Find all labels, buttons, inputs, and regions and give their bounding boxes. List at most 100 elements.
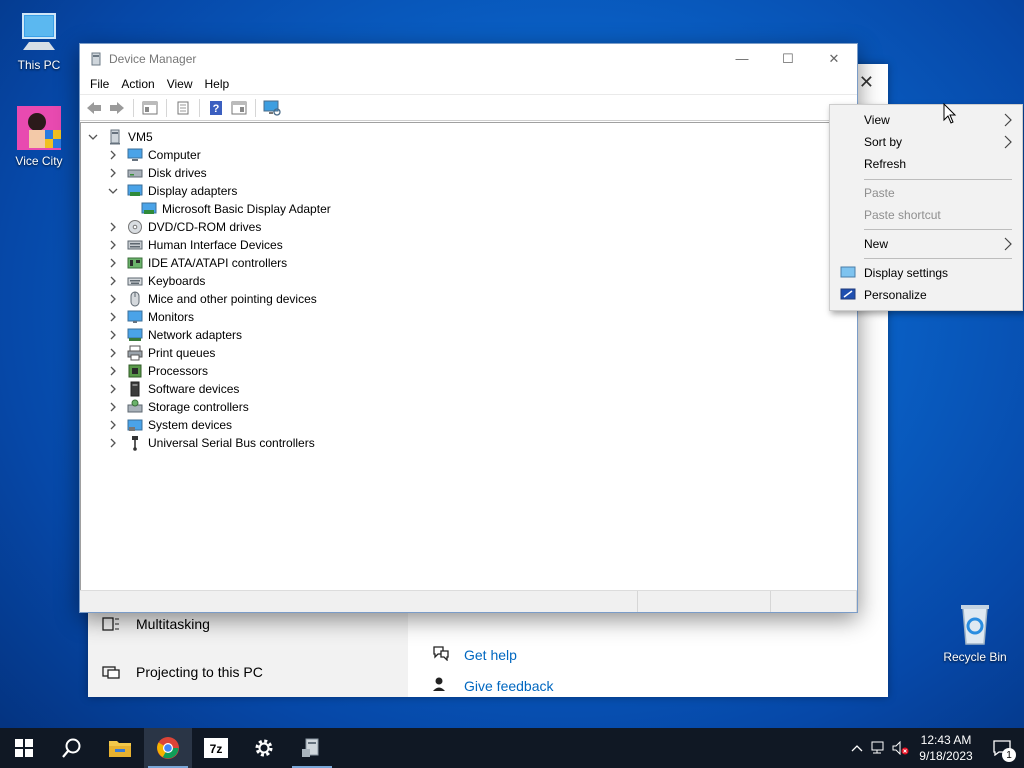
tree-category-software-devices[interactable]: Software devices [107,380,239,398]
back-button[interactable] [84,98,104,118]
chevron-right-icon[interactable] [107,275,119,287]
context-item-new[interactable]: New [830,233,1022,255]
chevron-up-icon [851,745,863,752]
chevron-right-icon [1004,113,1012,127]
close-icon[interactable]: ✕ [859,72,874,93]
context-item-label: New [864,237,889,251]
show-hide-console-tree-button[interactable] [140,98,160,118]
chevron-right-icon[interactable] [107,347,119,359]
chevron-right-icon[interactable] [107,365,119,377]
tree-node-label: DVD/CD-ROM drives [148,220,262,234]
chevron-down-icon[interactable] [87,131,99,143]
scan-hardware-button[interactable] [262,98,282,118]
menu-view[interactable]: View [161,77,199,91]
tree-category-storage-controllers[interactable]: Storage controllers [107,398,249,416]
personalize-icon [840,288,856,300]
context-item-display-settings[interactable]: Display settings [830,262,1022,284]
tree-node-label: System devices [148,418,233,432]
tree-category-display-adapters[interactable]: Display adapters [107,182,237,200]
chevron-right-icon[interactable] [107,239,119,251]
chevron-right-icon[interactable] [107,293,119,305]
tree-category-monitors[interactable]: Monitors [107,308,194,326]
action-center-button[interactable]: 1 [980,728,1024,768]
settings-item-multitasking[interactable]: Multitasking [102,616,210,632]
chevron-right-icon[interactable] [107,311,119,323]
tree-category-print-queues[interactable]: Print queues [107,344,215,362]
taskbar-file-explorer[interactable] [96,728,144,768]
action-pane-button[interactable] [229,98,249,118]
tree-category-network-adapters[interactable]: Network adapters [107,326,242,344]
maximize-icon: ☐ [782,50,794,66]
chevron-right-icon[interactable] [107,221,119,233]
context-item-sort-by[interactable]: Sort by [830,131,1022,153]
tree-root[interactable]: VM5 [87,128,153,146]
clock[interactable]: 12:43 AM 9/18/2023 [912,732,980,764]
device-tree: VM5 Computer Disk drives Display adapters M… [80,122,857,590]
menu-separator [864,179,1012,180]
display-adapter-icon [141,201,157,217]
taskbar-settings[interactable] [240,728,288,768]
chevron-right-icon[interactable] [107,383,119,395]
chevron-right-icon[interactable] [107,437,119,449]
volume-tray-button[interactable] [890,728,912,768]
tree-node-label: Software devices [148,382,240,396]
start-button[interactable] [0,728,48,768]
tree-category-universal-serial-bus-controllers[interactable]: Universal Serial Bus controllers [107,434,315,452]
desktop-icon-this-pc[interactable]: This PC [4,8,74,72]
minimize-button[interactable]: — [719,44,765,73]
tree-node-label: Keyboards [148,274,206,288]
network-tray-button[interactable] [868,728,890,768]
tree-device-microsoft-basic-display-adapter[interactable]: Microsoft Basic Display Adapter [141,200,331,218]
close-button[interactable]: ✕ [811,44,857,73]
tree-node-label: Microsoft Basic Display Adapter [162,202,331,216]
desktop-icon-label: This PC [17,58,61,72]
keyboard-icon [127,273,143,289]
network-adapter-icon [127,327,143,343]
chevron-right-icon[interactable] [107,149,119,161]
tree-category-mice-and-other-pointing-devices[interactable]: Mice and other pointing devices [107,290,317,308]
show-hidden-icons-button[interactable] [846,728,868,768]
computer-icon [107,129,123,145]
tree-category-human-interface-devices[interactable]: Human Interface Devices [107,236,283,254]
chevron-right-icon[interactable] [107,167,119,179]
context-item-refresh[interactable]: Refresh [830,153,1022,175]
settings-item-projecting[interactable]: Projecting to this PC [102,664,263,680]
context-item-label: Display settings [864,266,949,280]
taskbar-7zip[interactable]: 7z [192,728,240,768]
vice-city-icon [15,104,63,152]
menu-help[interactable]: Help [199,77,236,91]
context-item-personalize[interactable]: Personalize [830,284,1022,306]
get-help-link[interactable]: Get help [432,645,517,664]
help-button[interactable]: ? [206,98,226,118]
context-item-view[interactable]: View [830,109,1022,131]
tree-category-ide-ata-atapi-controllers[interactable]: IDE ATA/ATAPI controllers [107,254,287,272]
chevron-right-icon[interactable] [107,257,119,269]
chevron-right-icon[interactable] [107,329,119,341]
chevron-right-icon[interactable] [107,419,119,431]
title-bar[interactable]: Device Manager — ☐ ✕ [80,44,857,73]
chrome-icon [157,737,179,759]
desktop-icon-recycle-bin[interactable]: Recycle Bin [940,600,1010,664]
chevron-right-icon[interactable] [107,401,119,413]
chevron-down-icon[interactable] [107,185,119,197]
maximize-button[interactable]: ☐ [765,44,811,73]
ide-controller-icon [127,255,143,271]
tree-category-processors[interactable]: Processors [107,362,208,380]
taskbar-chrome[interactable] [144,728,192,768]
file-explorer-icon [109,741,131,757]
forward-button[interactable] [107,98,127,118]
tree-category-computer[interactable]: Computer [107,146,201,164]
search-button[interactable] [48,728,96,768]
tree-category-dvd-cd-rom-drives[interactable]: DVD/CD-ROM drives [107,218,261,236]
taskbar-device-manager[interactable] [288,728,336,768]
give-feedback-link[interactable]: Give feedback [432,676,554,695]
tree-category-system-devices[interactable]: System devices [107,416,232,434]
properties-button[interactable] [173,98,193,118]
tree-category-disk-drives[interactable]: Disk drives [107,164,207,182]
status-pane [638,591,771,612]
feedback-icon [432,676,450,695]
menu-action[interactable]: Action [115,77,160,91]
tree-category-keyboards[interactable]: Keyboards [107,272,205,290]
desktop-icon-vice-city[interactable]: Vice City [4,104,74,168]
menu-file[interactable]: File [84,77,115,91]
